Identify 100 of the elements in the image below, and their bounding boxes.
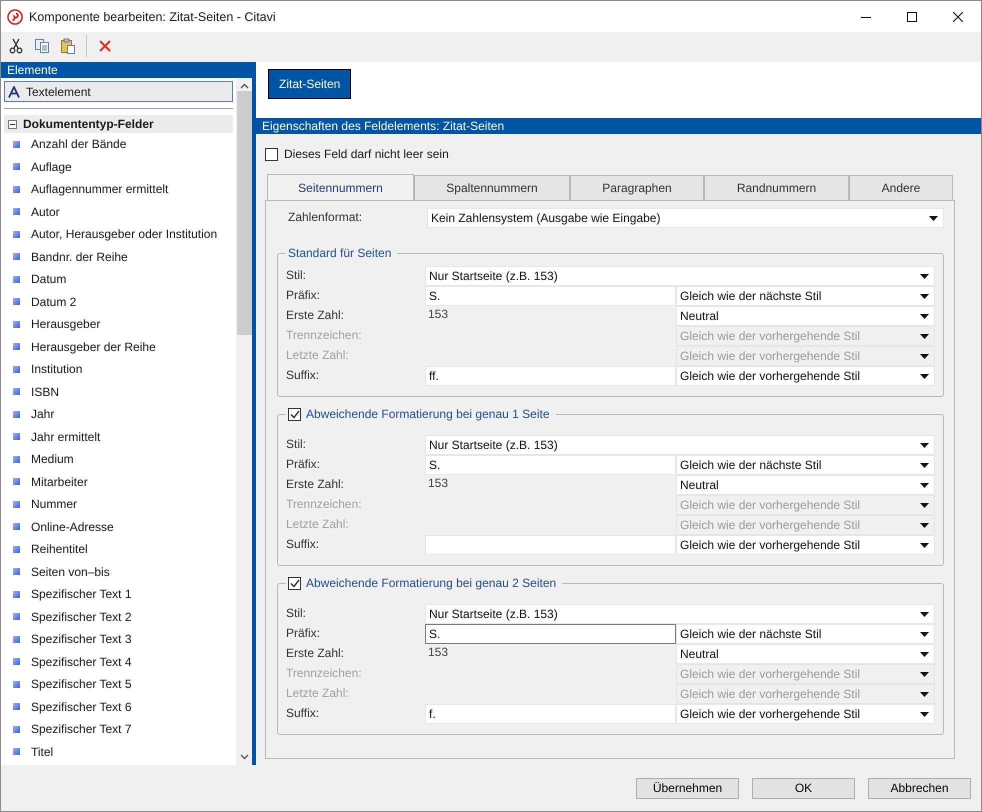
checkbox[interactable]	[288, 576, 301, 590]
sidebar-item[interactable]: Reihentitel	[31, 542, 88, 556]
input-field[interactable]: ff.	[425, 366, 676, 386]
copy-icon	[34, 38, 50, 54]
input-field[interactable]: S.	[425, 624, 676, 644]
dropdown[interactable]: Neutral	[676, 306, 935, 326]
checkbox[interactable]	[265, 148, 278, 160]
sidebar-item[interactable]: Auflagennummer ermittelt	[31, 182, 168, 196]
sidebar-item[interactable]: Datum 2	[31, 294, 76, 309]
tab[interactable]: Spaltennummern	[414, 175, 570, 201]
dropdown[interactable]: Gleich wie der vorhergehende Stil	[676, 704, 935, 724]
sidebar-item[interactable]: ISBN	[31, 384, 60, 399]
field-bullet-icon	[13, 366, 20, 373]
input-field[interactable]: f.	[425, 704, 676, 724]
checkbox-label: Dieses Feld darf nicht leer sein	[284, 147, 449, 161]
field-label: Präfix:	[286, 456, 322, 473]
sidebar-item[interactable]: Titel	[31, 744, 54, 759]
dropdown[interactable]: Gleich wie der nächste Stil	[676, 624, 935, 644]
sidebar-item[interactable]: Spezifischer Text 2	[31, 610, 132, 624]
field-bullet-icon	[13, 478, 20, 486]
scrollbar[interactable]	[236, 78, 252, 765]
sidebar-item[interactable]: Institution	[31, 362, 82, 376]
sidebar-item[interactable]: Datum	[31, 272, 66, 286]
sidebar-item[interactable]: Spezifischer Text 3	[31, 632, 132, 646]
dropdown-caret-icon	[920, 612, 929, 616]
field-bullet-icon	[13, 568, 20, 576]
dropdown-caret-icon	[920, 334, 929, 338]
sidebar-item[interactable]: Seiten von–bis	[31, 564, 110, 579]
sidebar-item[interactable]: Spezifischer Text 7	[31, 722, 132, 736]
sidebar-item[interactable]: Anzahl der Bände	[31, 137, 126, 152]
sidebar-item[interactable]: Autor, Herausgeber oder Institution	[31, 227, 218, 242]
field-label: Suffix:	[286, 367, 320, 384]
sidebar-item[interactable]: Jahr	[31, 407, 54, 422]
field-label: Letzte Zahl:	[286, 347, 350, 364]
sidebar-item[interactable]: Autor	[31, 204, 60, 219]
field-bullet-icon	[13, 590, 20, 598]
field-label: Trennzeichen:	[286, 496, 363, 513]
collapse-icon[interactable]	[8, 120, 17, 128]
category-header[interactable]: Dokumententyp-Felder	[4, 115, 233, 133]
dialog-button[interactable]: Abbrechen	[868, 778, 971, 798]
input-field[interactable]: S.	[425, 286, 676, 306]
sidebar-item[interactable]: Spezifischer Text 4	[31, 654, 132, 669]
dropdown[interactable]: Gleich wie der nächste Stil	[676, 286, 935, 306]
dropdown[interactable]: Gleich wie der vorhergehende Stil	[676, 535, 935, 555]
tab[interactable]: Paragraphen	[570, 175, 704, 201]
sidebar-item[interactable]: Spezifischer Text 5	[31, 677, 132, 692]
field-label: Erste Zahl:	[286, 476, 346, 493]
dropdown[interactable]: Neutral	[676, 644, 935, 664]
sidebar-item[interactable]: Bandnr. der Reihe	[31, 250, 128, 264]
field-bullet-icon	[13, 726, 20, 733]
dropdown-caret-icon	[920, 462, 929, 468]
field-bullet-icon	[13, 703, 20, 710]
panel-header: Elemente	[1, 62, 252, 78]
sidebar-item[interactable]: Medium	[31, 452, 74, 466]
sidebar-item[interactable]: Spezifischer Text 6	[31, 700, 132, 714]
dropdown-caret-icon	[920, 652, 929, 656]
dropdown-caret-icon	[920, 712, 929, 716]
sidebar-item[interactable]: Online-Adresse	[31, 520, 114, 534]
scroll-down-icon[interactable]	[240, 754, 248, 760]
checkbox[interactable]	[288, 408, 301, 420]
dropdown-caret-icon	[920, 502, 929, 508]
field-bullet-icon	[13, 523, 20, 530]
number-value: 153	[427, 306, 450, 323]
field-bullet-icon	[13, 613, 20, 620]
element-button[interactable]: Zitat-Seiten	[268, 69, 352, 99]
field-label: Erste Zahl:	[286, 645, 346, 662]
tab[interactable]: Seitennummern	[267, 174, 414, 201]
dropdown[interactable]: Nur Startseite (z.B. 153)	[425, 604, 935, 624]
sidebar-item[interactable]: Herausgeber	[31, 317, 100, 332]
dropdown[interactable]: Nur Startseite (z.B. 153)	[425, 266, 935, 286]
dropdown[interactable]: Nur Startseite (z.B. 153)	[425, 435, 935, 455]
field-label: Suffix:	[286, 705, 320, 722]
dropdown[interactable]: Neutral	[676, 475, 935, 495]
scroll-up-icon[interactable]	[240, 83, 248, 89]
field-bullet-icon	[13, 433, 20, 440]
maximize-icon	[907, 12, 917, 22]
field-label: Letzte Zahl:	[286, 685, 350, 702]
sidebar-item[interactable]: Mitarbeiter	[31, 474, 88, 489]
close-icon	[953, 12, 963, 22]
group-title: Abweichende Formatierung bei genau 1 Seite	[306, 407, 550, 421]
sidebar-item[interactable]: Auflage	[31, 160, 72, 174]
dialog-button[interactable]: OK	[752, 778, 855, 798]
dropdown-caret-icon	[920, 354, 929, 358]
field-label: Stil:	[286, 605, 308, 622]
tab[interactable]: Andere	[849, 175, 953, 201]
number-value: 153	[427, 475, 450, 492]
dialog-button[interactable]: Übernehmen	[636, 778, 739, 798]
sidebar-item[interactable]: Spezifischer Text 1	[31, 587, 132, 602]
sidebar-item[interactable]: Textelement	[4, 81, 233, 102]
input-field[interactable]	[425, 535, 676, 555]
dropdown[interactable]: Gleich wie der nächste Stil	[676, 455, 935, 475]
input-field[interactable]: S.	[425, 455, 676, 475]
dropdown[interactable]: Gleich wie der vorhergehende Stil	[676, 366, 935, 386]
sidebar-item[interactable]: Herausgeber der Reihe	[31, 340, 156, 354]
tab[interactable]: Randnummern	[704, 175, 849, 201]
sidebar-item[interactable]: Jahr ermittelt	[31, 430, 100, 444]
field-label: Trennzeichen:	[286, 327, 363, 344]
sidebar-item[interactable]: Nummer	[31, 497, 78, 512]
dropdown[interactable]: Kein Zahlensystem (Ausgabe wie Eingabe)	[427, 208, 944, 228]
field-label: Letzte Zahl:	[286, 516, 350, 533]
